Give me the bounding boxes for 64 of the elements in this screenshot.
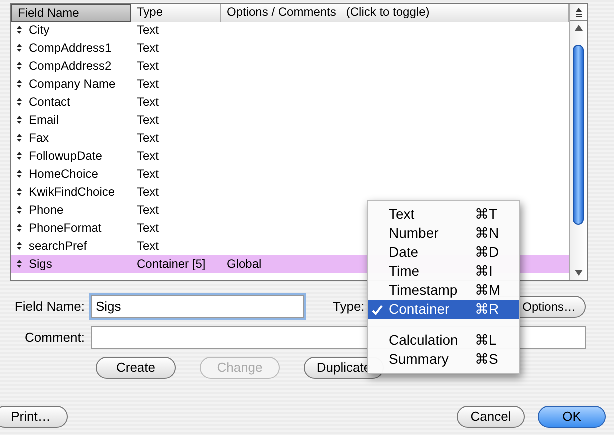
print-button[interactable]: Print…: [0, 406, 68, 428]
drag-handle-icon[interactable]: [17, 44, 22, 52]
type-cell-text: Text: [136, 184, 160, 201]
type-cell-text: Text: [136, 22, 160, 39]
column-header[interactable]: Type: [131, 4, 221, 22]
sort-direction-icon[interactable]: [574, 8, 582, 16]
field-name-cell[interactable]: FollowupDate: [29, 147, 102, 165]
field-name-input[interactable]: Sigs: [91, 295, 304, 318]
type-cell-text: Text: [136, 112, 160, 129]
drag-handle-icon[interactable]: [17, 242, 22, 250]
type-label: Type:: [333, 298, 365, 316]
type-cell-text: Text: [136, 40, 160, 57]
menu-item[interactable]: Container ⌘R: [368, 300, 519, 319]
drag-handle-icon[interactable]: [17, 134, 22, 142]
field-name-cell[interactable]: KwikFindChoice: [29, 183, 116, 201]
field-name-cell[interactable]: CompAddress1: [29, 39, 112, 57]
field-name-cell[interactable]: PhoneFormat: [29, 219, 102, 237]
type-cell-text: Text: [136, 238, 160, 255]
field-name-cell[interactable]: CompAddress2: [29, 57, 112, 75]
field-name-cell[interactable]: HomeChoice: [29, 165, 98, 183]
type-cell-text: Text: [136, 220, 160, 237]
menu-item[interactable]: Time ⌘I: [368, 262, 519, 281]
field-name-cell[interactable]: Sigs: [29, 255, 52, 273]
drag-handle-icon[interactable]: [17, 116, 22, 124]
type-cell-text: Container [5]: [136, 256, 207, 273]
drag-handle-icon[interactable]: [17, 170, 22, 178]
drag-handle-icon[interactable]: [17, 26, 22, 34]
menu-item[interactable]: Calculation ⌘L: [368, 331, 519, 350]
drag-handle-icon[interactable]: [17, 206, 22, 214]
type-cell-text: Text: [136, 94, 160, 111]
drag-handle-icon[interactable]: [17, 62, 22, 70]
drag-handle-icon[interactable]: [17, 152, 22, 160]
column-header[interactable]: Options / Comments (Click to toggle): [221, 4, 569, 22]
field-name-cell[interactable]: Company Name: [29, 75, 116, 93]
options-cell-text: Global: [227, 256, 262, 273]
type-cell-text: Text: [136, 202, 160, 219]
type-cell-text: Text: [136, 76, 160, 93]
type-cell-text: Text: [136, 166, 160, 183]
drag-handle-icon[interactable]: [17, 80, 22, 88]
drag-handle-icon[interactable]: [17, 188, 22, 196]
menu-item[interactable]: Date ⌘D: [368, 243, 519, 262]
field-name-cell[interactable]: Fax: [29, 129, 50, 147]
type-cell-text: Text: [136, 148, 160, 165]
drag-handle-icon[interactable]: [17, 224, 22, 232]
menu-item[interactable]: Number ⌘N: [368, 224, 519, 243]
type-cell-text: Text: [136, 58, 160, 75]
dialog-button[interactable]: Cancel: [457, 406, 525, 428]
scroll-down-arrow-icon[interactable]: [574, 270, 582, 276]
dialog-button[interactable]: OK: [538, 406, 606, 428]
drag-handle-icon[interactable]: [17, 98, 22, 106]
field-name-cell[interactable]: Phone: [29, 201, 64, 219]
type-cell-text: Text: [136, 130, 160, 147]
comment-label: Comment:: [24, 328, 85, 347]
checkmark-icon: [372, 304, 383, 316]
scrollbar-thumb[interactable]: [573, 45, 584, 225]
field-name-cell[interactable]: Email: [29, 111, 60, 129]
scroll-up-arrow-icon[interactable]: [574, 25, 582, 31]
field-name-cell[interactable]: searchPref: [29, 237, 88, 255]
column-header[interactable]: Field Name: [11, 4, 131, 22]
action-button[interactable]: Create: [96, 357, 176, 379]
field-name-cell[interactable]: Contact: [29, 93, 70, 111]
field-name-cell[interactable]: City: [29, 21, 50, 39]
drag-handle-icon[interactable]: [17, 260, 22, 268]
menu-item[interactable]: Text ⌘T: [368, 205, 519, 224]
